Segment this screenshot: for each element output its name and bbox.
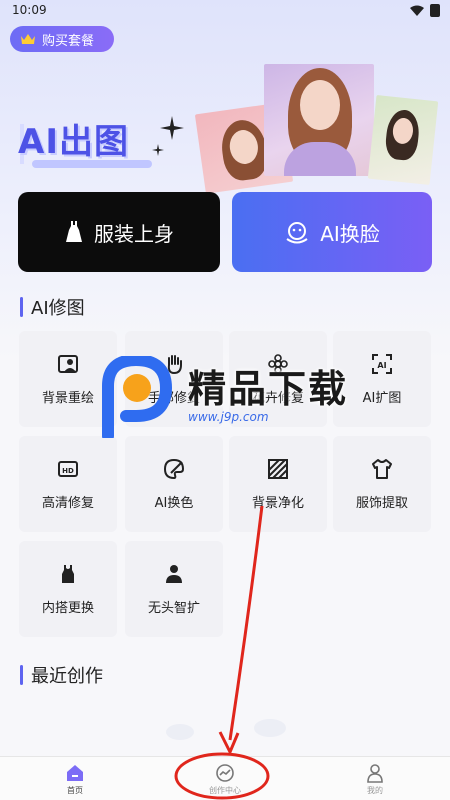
tool-hand-repair[interactable]: 手部修复 — [125, 331, 223, 427]
recent-section-title: 最近创作 — [20, 662, 103, 688]
crown-icon — [21, 34, 35, 44]
bottom-tab-bar: 首页 创作中心 我的 — [0, 756, 450, 800]
tool-background-cleanup[interactable]: 背景净化 — [229, 436, 327, 532]
dress-icon — [66, 221, 82, 242]
recent-section-label: 最近创作 — [31, 666, 103, 687]
tool-flower-repair[interactable]: 花卉修复 — [229, 331, 327, 427]
svg-text:HD: HD — [62, 467, 74, 475]
tool-label: 花卉修复 — [251, 390, 304, 406]
tool-hd-repair[interactable]: HD 高清修复 — [19, 436, 117, 532]
empty-cloud-decoration — [166, 719, 286, 740]
section-accent-bar — [20, 665, 23, 685]
banner-title: AI出图 — [18, 122, 129, 162]
profile-icon — [367, 764, 383, 783]
tool-label: AI扩图 — [362, 390, 402, 406]
sample-photo-right — [367, 94, 439, 186]
wifi-icon — [410, 5, 424, 16]
status-bar: 10:09 — [0, 0, 450, 22]
tool-label: AI换色 — [154, 495, 194, 511]
tab-home[interactable]: 首页 — [35, 763, 115, 796]
shirt-icon — [372, 458, 392, 479]
tool-ai-recolor[interactable]: AI换色 — [125, 436, 223, 532]
tool-innerwear-swap[interactable]: 内搭更换 — [19, 541, 117, 637]
tool-ai-expand[interactable]: AI AI扩图 — [333, 331, 431, 427]
retouch-section-title: AI修图 — [20, 294, 85, 320]
tanktop-icon — [62, 564, 74, 583]
sample-photo-center — [264, 64, 374, 176]
tool-label: 背景净化 — [251, 495, 304, 511]
clothes-tryon-label: 服装上身 — [94, 221, 174, 246]
status-time: 10:09 — [12, 3, 47, 17]
ai-faceswap-label: AI换脸 — [320, 221, 380, 246]
portrait-icon — [58, 354, 78, 373]
create-center-icon — [216, 764, 234, 782]
tab-create-center[interactable]: 创作中心 — [185, 763, 265, 796]
section-accent-bar — [20, 297, 23, 317]
tab-create-center-label: 创作中心 — [209, 786, 241, 795]
home-icon — [67, 765, 83, 781]
tab-mine[interactable]: 我的 — [335, 763, 415, 796]
retouch-section-label: AI修图 — [31, 298, 85, 319]
ai-faceswap-button[interactable]: AI换脸 — [232, 192, 432, 272]
tool-headless-expand[interactable]: 无头智扩 — [125, 541, 223, 637]
person-icon — [166, 564, 182, 583]
flower-icon — [268, 353, 288, 374]
palette-icon — [163, 458, 185, 479]
clothes-tryon-button[interactable]: 服装上身 — [18, 192, 220, 272]
hd-icon: HD — [58, 460, 78, 477]
tool-clothing-extract[interactable]: 服饰提取 — [333, 436, 431, 532]
buy-package-label: 购买套餐 — [42, 33, 95, 49]
small-sparkle-icon — [152, 144, 164, 156]
tab-mine-label: 我的 — [367, 786, 383, 795]
tool-label: 内搭更换 — [41, 600, 94, 616]
tool-label: 背景重绘 — [41, 390, 94, 406]
faceswap-icon — [286, 222, 308, 244]
buy-package-button[interactable]: 购买套餐 — [10, 26, 114, 52]
expand-icon: AI — [372, 353, 392, 374]
ai-banner[interactable]: AI出图 — [0, 58, 450, 194]
tool-label: 无头智扩 — [147, 600, 200, 616]
annotation-arrow — [228, 505, 264, 741]
banner-underline — [32, 160, 152, 168]
tool-background-repaint[interactable]: 背景重绘 — [19, 331, 117, 427]
tool-label: 高清修复 — [41, 495, 94, 511]
stripes-icon — [268, 458, 288, 479]
tab-home-label: 首页 — [67, 786, 83, 795]
tool-label: 手部修复 — [147, 390, 200, 406]
battery-icon — [430, 4, 440, 17]
status-icons — [410, 4, 440, 17]
svg-text:AI: AI — [377, 361, 386, 370]
sparkle-icon — [160, 116, 184, 140]
hand-icon — [167, 354, 182, 374]
tool-label: 服饰提取 — [355, 495, 408, 511]
